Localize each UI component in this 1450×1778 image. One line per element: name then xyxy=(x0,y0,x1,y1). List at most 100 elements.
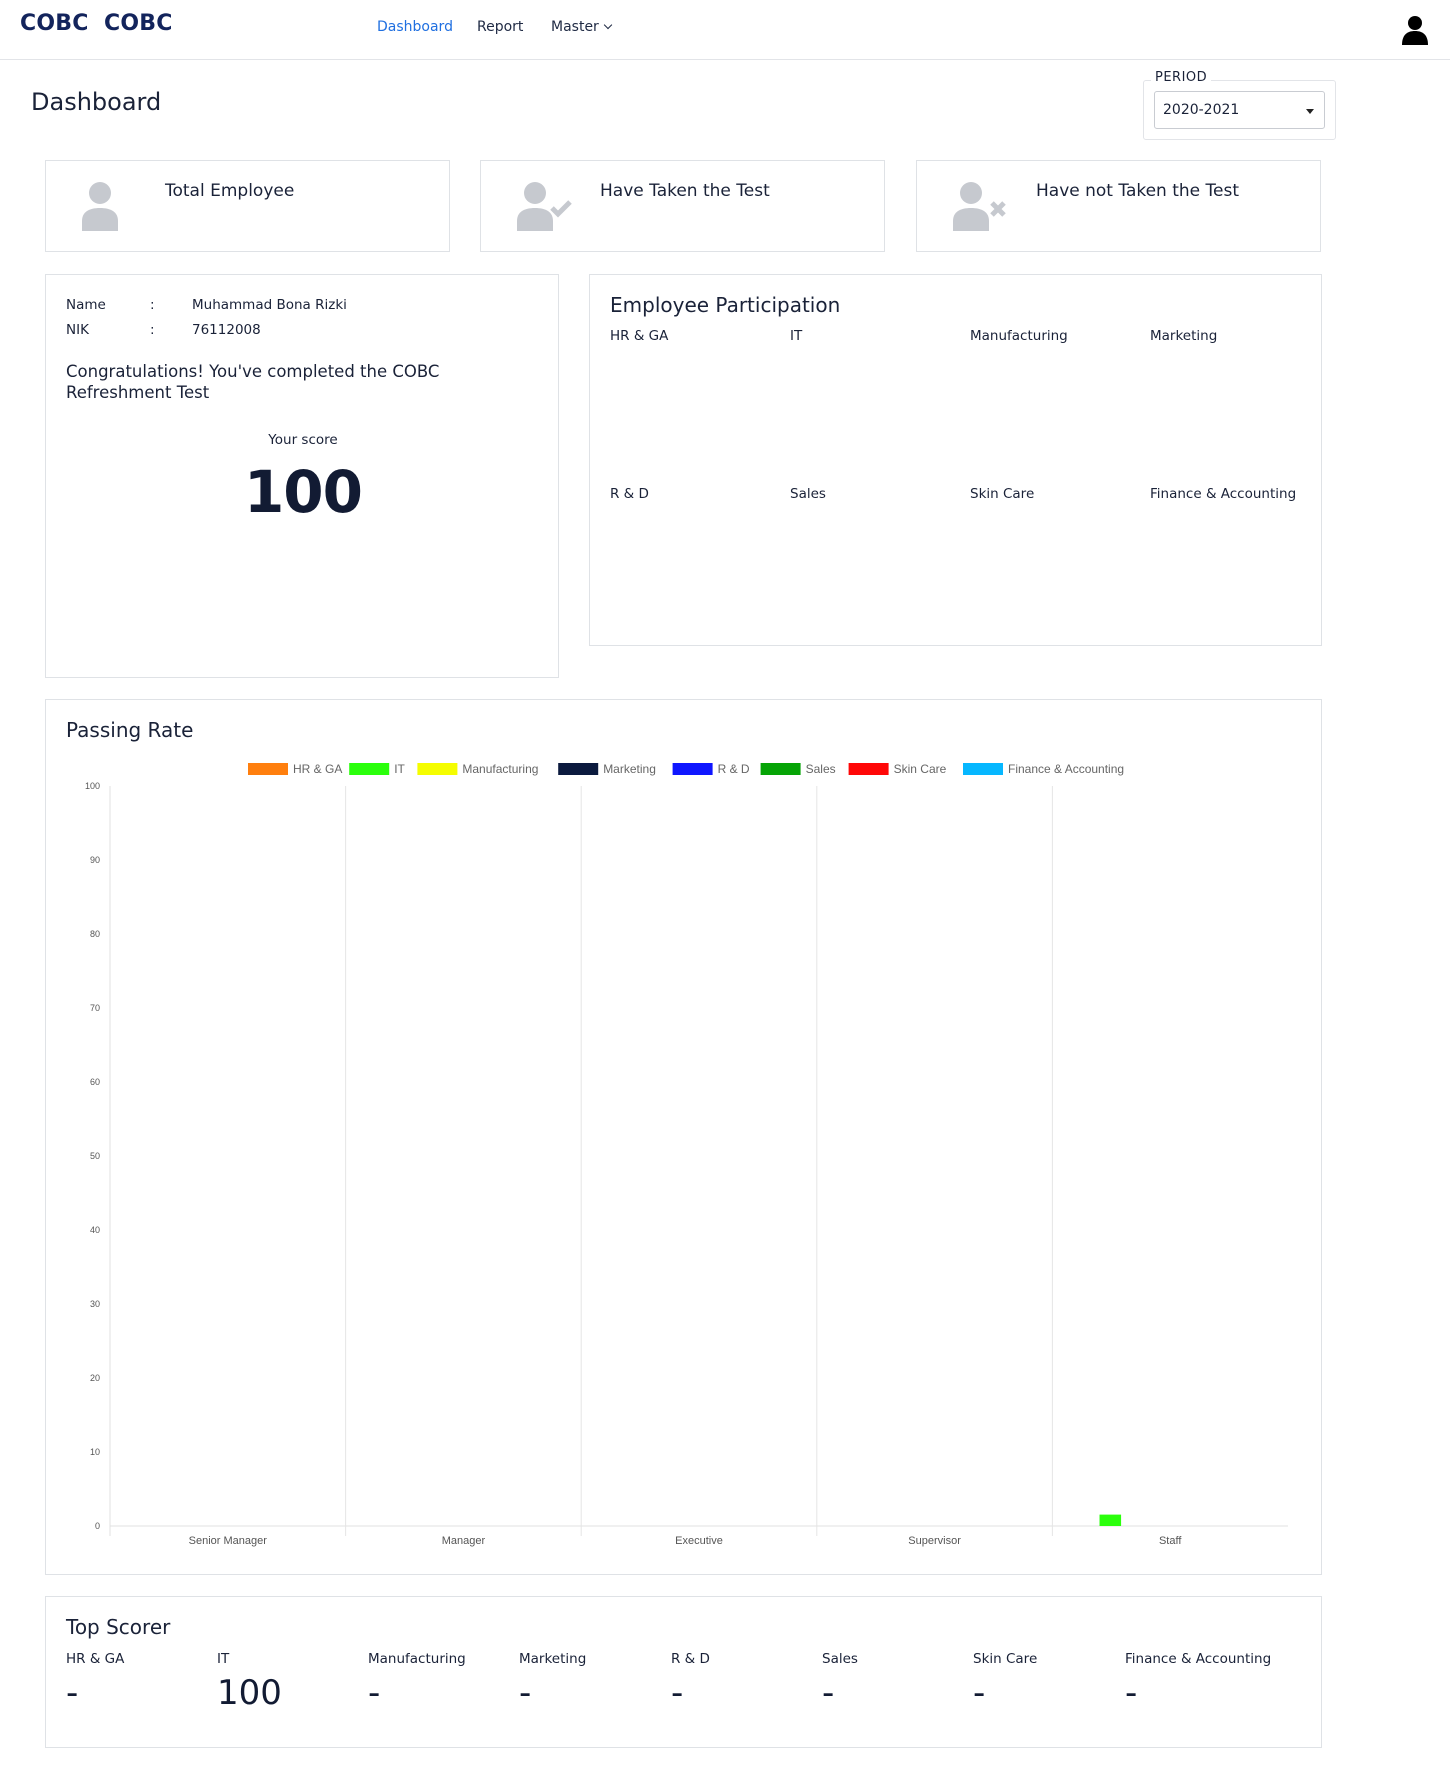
top-scorer-dept: HR & GA xyxy=(66,1651,125,1667)
legend-label: IT xyxy=(394,762,405,776)
top-scorer-dept: Skin Care xyxy=(973,1651,1038,1667)
y-tick-label: 80 xyxy=(90,929,100,939)
legend-swatch xyxy=(349,763,390,775)
legend-label: Sales xyxy=(806,762,836,776)
y-tick-label: 50 xyxy=(90,1151,100,1161)
top-scorer-item-r-d: R & D - xyxy=(671,1651,821,1713)
top-scorer-score: - xyxy=(973,1673,986,1713)
top-scorer-dept: Manufacturing xyxy=(368,1651,466,1667)
chevron-down-icon xyxy=(603,20,613,30)
nav-master-label: Master xyxy=(551,19,599,35)
brand-logo-secondary[interactable]: COBC xyxy=(104,11,173,36)
x-tick-label: Manager xyxy=(442,1535,486,1547)
top-scorer-item-it: IT 100 xyxy=(217,1651,367,1713)
top-scorer-dept: Sales xyxy=(822,1651,858,1667)
y-tick-label: 100 xyxy=(85,781,100,791)
legend-label: Manufacturing xyxy=(462,762,538,776)
legend-swatch xyxy=(760,763,801,775)
top-scorer-item-hr-ga: HR & GA - xyxy=(66,1651,216,1713)
name-label: Name xyxy=(66,297,106,313)
top-scorer-item-skin-care: Skin Care - xyxy=(973,1651,1123,1713)
legend-label: Finance & Accounting xyxy=(1008,762,1124,776)
top-scorer-score: - xyxy=(519,1673,532,1713)
top-scorer-item-marketing: Marketing - xyxy=(519,1651,669,1713)
participation-dept-r-d: R & D xyxy=(610,486,649,502)
participation-dept-it: IT xyxy=(790,328,803,344)
completion-message: Congratulations! You've completed the CO… xyxy=(66,362,440,402)
y-tick-label: 60 xyxy=(90,1077,100,1087)
y-tick-label: 90 xyxy=(90,855,100,865)
score-label: Your score xyxy=(268,432,338,448)
legend-label: R & D xyxy=(718,762,750,776)
period-label: PERIOD xyxy=(1151,70,1212,85)
bar xyxy=(1099,1514,1122,1526)
top-scorer-score: - xyxy=(368,1673,381,1713)
passing-rate-chart: HR & GA IT Manufacturing Marketing R & D Sale… xyxy=(85,762,1288,1547)
name-value: Muhammad Bona Rizki xyxy=(192,297,347,313)
participation-dept-marketing: Marketing xyxy=(1150,328,1218,344)
x-tick-label: Senior Manager xyxy=(189,1535,268,1547)
top-scorer-dept: IT xyxy=(217,1651,230,1667)
user-icon[interactable] xyxy=(1402,15,1428,45)
brand-logo-primary[interactable]: COBC xyxy=(20,11,89,36)
legend-swatch xyxy=(248,763,288,775)
legend-swatch xyxy=(963,763,1003,775)
legend-swatch xyxy=(848,763,889,775)
page-title: Dashboard xyxy=(31,88,162,116)
not-taken-test-title: Have not Taken the Test xyxy=(1036,181,1240,201)
legend-swatch xyxy=(672,763,713,775)
taken-test-title: Have Taken the Test xyxy=(600,181,770,201)
caret-down-icon xyxy=(1306,109,1314,114)
name-colon: : xyxy=(150,297,155,313)
participation-dept-skin-care: Skin Care xyxy=(970,486,1035,502)
participation-dept-finance-accounting: Finance & Accounting xyxy=(1150,486,1297,502)
nav-dashboard-link[interactable]: Dashboard xyxy=(377,19,453,35)
y-tick-label: 0 xyxy=(95,1521,100,1531)
top-scorer-card: Top Scorer HR & GA - IT 100 Manufacturin… xyxy=(45,1596,1322,1748)
legend-label: Marketing xyxy=(603,762,656,776)
nik-value: 76112008 xyxy=(192,322,261,338)
top-scorer-item-sales: Sales - xyxy=(822,1651,972,1713)
x-tick-label: Supervisor xyxy=(908,1535,961,1547)
nik-colon: : xyxy=(150,322,155,338)
nav-master-dropdown[interactable]: Master xyxy=(551,19,613,35)
legend-label: HR & GA xyxy=(293,762,342,776)
period-select-value: 2020-2021 xyxy=(1163,102,1240,118)
person-x-icon xyxy=(953,182,1006,231)
taken-test-card: Have Taken the Test xyxy=(480,160,885,252)
x-tick-label: Staff xyxy=(1159,1535,1182,1547)
legend-label: Skin Care xyxy=(894,762,947,776)
top-scorer-dept: Finance & Accounting xyxy=(1125,1651,1272,1667)
top-scorer-dept: R & D xyxy=(671,1651,710,1667)
top-scorer-score: - xyxy=(822,1673,835,1713)
participation-dept-manufacturing: Manufacturing xyxy=(970,328,1068,344)
top-scorer-score: - xyxy=(671,1673,684,1713)
y-tick-label: 10 xyxy=(90,1447,100,1457)
profile-card: Name : Muhammad Bona Rizki NIK : 7611200… xyxy=(45,274,559,678)
score-value: 100 xyxy=(243,458,363,526)
x-tick-label: Executive xyxy=(675,1535,723,1547)
participation-dept-hr-ga: HR & GA xyxy=(610,328,669,344)
employee-participation-card: Employee Participation HR & GA IT Manufa… xyxy=(589,274,1322,646)
legend-swatch xyxy=(558,763,599,775)
y-tick-label: 70 xyxy=(90,1003,100,1013)
top-scorer-dept: Marketing xyxy=(519,1651,587,1667)
nav-report-link[interactable]: Report xyxy=(477,19,523,35)
passing-rate-card: Passing Rate HR & GA IT Manufacturing Marke… xyxy=(45,699,1322,1575)
top-navbar: COBC COBC Dashboard Report Master xyxy=(0,0,1450,60)
y-tick-label: 30 xyxy=(90,1299,100,1309)
not-taken-test-card: Have not Taken the Test xyxy=(916,160,1321,252)
total-employee-card: Total Employee xyxy=(45,160,450,252)
period-select[interactable]: 2020-2021 xyxy=(1154,91,1325,129)
nik-label: NIK xyxy=(66,322,89,338)
person-check-icon xyxy=(517,182,572,231)
person-icon xyxy=(82,182,118,231)
top-scorer-score: - xyxy=(1125,1673,1138,1713)
participation-title: Employee Participation xyxy=(610,293,841,317)
top-scorer-score: 100 xyxy=(217,1673,282,1713)
y-tick-label: 40 xyxy=(90,1225,100,1235)
participation-dept-sales: Sales xyxy=(790,486,826,502)
y-tick-label: 20 xyxy=(90,1373,100,1383)
top-scorer-score: - xyxy=(66,1673,79,1713)
legend-swatch xyxy=(417,763,458,775)
